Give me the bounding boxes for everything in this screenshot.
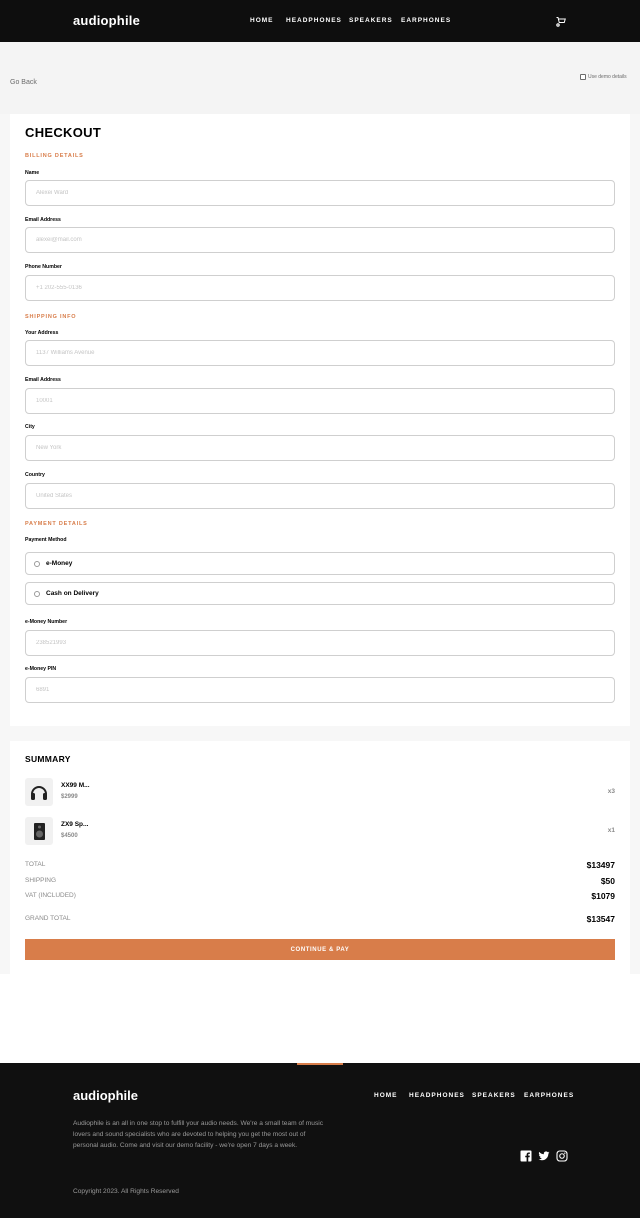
name-label: Name	[25, 170, 40, 176]
nav-headphones[interactable]: HEADPHONES	[286, 17, 342, 24]
email-label: Email Address	[25, 217, 61, 223]
radio-cash-on-delivery[interactable]: Cash on Delivery	[25, 582, 615, 605]
name-input[interactable]	[25, 180, 615, 206]
copyright-text: Copyright 2023. All Rights Reserved	[73, 1188, 179, 1195]
subbar	[0, 42, 640, 114]
demo-details-toggle[interactable]: Use demo details	[580, 74, 627, 80]
phone-label: Phone Number	[25, 264, 62, 270]
country-input[interactable]	[25, 483, 615, 509]
continue-pay-button[interactable]: CONTINUE & PAY	[25, 939, 615, 960]
city-input[interactable]	[25, 435, 615, 461]
summary-title: SUMMARY	[25, 754, 71, 764]
radio-emoney[interactable]: e-Money	[25, 552, 615, 575]
page-spacer	[0, 974, 640, 1063]
radio-circle-icon[interactable]	[34, 561, 40, 567]
footer-about-text: Audiophile is an all in one stop to fulf…	[73, 1120, 323, 1149]
twitter-icon[interactable]	[538, 1150, 550, 1162]
zip-input[interactable]	[25, 388, 615, 414]
summary-item-price: $2999	[61, 794, 78, 800]
emoney-number-label: e-Money Number	[25, 619, 68, 625]
city-label: City	[25, 424, 35, 430]
summary-item-name: XX99 M...	[61, 782, 90, 789]
address-label: Your Address	[25, 330, 59, 336]
radio-circle-icon[interactable]	[34, 591, 40, 597]
headphones-icon	[25, 778, 53, 806]
vat-label: VAT (INCLUDED)	[25, 892, 76, 899]
shipping-heading: SHIPPING INFO	[25, 314, 77, 320]
total-label: TOTAL	[25, 861, 46, 868]
footer-nav-speakers[interactable]: SPEAKERS	[472, 1092, 516, 1099]
emoney-pin-input[interactable]	[25, 677, 615, 703]
footer-nav-home[interactable]: HOME	[374, 1092, 398, 1099]
payment-method-label: Payment Method	[25, 537, 67, 543]
phone-input[interactable]	[25, 275, 615, 301]
demo-checkbox[interactable]	[580, 74, 586, 80]
summary-item-price: $4500	[61, 833, 78, 839]
facebook-icon[interactable]	[520, 1150, 532, 1162]
nav-earphones[interactable]: EARPHONES	[401, 17, 451, 24]
shipping-value: $50	[600, 876, 615, 886]
footer-nav-earphones[interactable]: EARPHONES	[524, 1092, 574, 1099]
footer-accent-bar	[297, 1063, 343, 1065]
speaker-icon	[25, 817, 53, 845]
nav-speakers[interactable]: SPEAKERS	[349, 17, 393, 24]
vat-value: $1079	[591, 891, 615, 901]
site-header: audiophile HOME HEADPHONES SPEAKERS EARP…	[0, 0, 640, 42]
country-label: Country	[25, 472, 45, 478]
emoney-pin-label: e-Money PIN	[25, 666, 57, 672]
billing-heading: BILLING DETAILS	[25, 153, 84, 159]
payment-heading: PAYMENT DETAILS	[25, 521, 88, 527]
nav-home[interactable]: HOME	[250, 17, 274, 24]
radio-cash-label: Cash on Delivery	[46, 590, 99, 597]
grand-total-value: $13547	[586, 914, 615, 924]
footer-logo[interactable]: audiophile	[73, 1088, 138, 1103]
emoney-number-input[interactable]	[25, 630, 615, 656]
total-value: $13497	[586, 860, 615, 870]
demo-label: Use demo details	[588, 74, 627, 80]
shipping-label: SHIPPING	[25, 877, 57, 884]
summary-item-name: ZX9 Sp...	[61, 821, 89, 828]
grand-total-label: GRAND TOTAL	[25, 915, 71, 922]
logo[interactable]: audiophile	[73, 13, 140, 28]
summary-item-qty: x1	[607, 827, 615, 834]
go-back-link[interactable]: Go Back	[10, 79, 37, 86]
address-input[interactable]	[25, 340, 615, 366]
instagram-icon[interactable]	[556, 1150, 568, 1162]
cart-icon[interactable]: 0	[555, 15, 567, 27]
footer-nav-headphones[interactable]: HEADPHONES	[409, 1092, 465, 1099]
radio-emoney-label: e-Money	[46, 560, 73, 567]
zip-label: Email Address	[25, 377, 61, 383]
email-input[interactable]	[25, 227, 615, 253]
checkout-title: CHECKOUT	[25, 125, 102, 140]
summary-item-qty: x3	[607, 788, 615, 795]
